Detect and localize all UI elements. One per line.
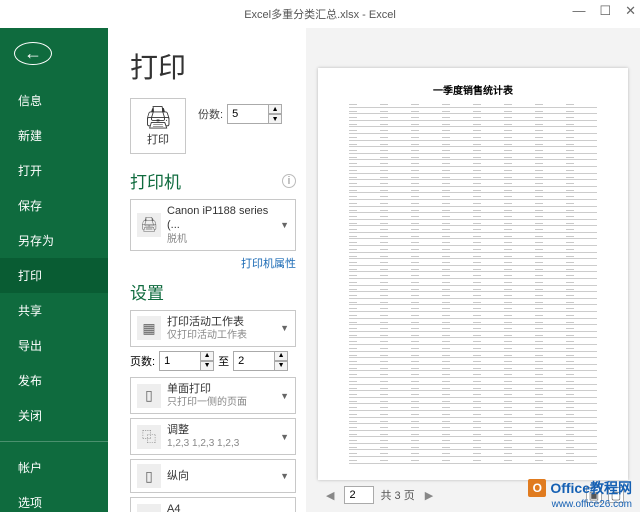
orientation-select[interactable]: ▯ 纵向 ▼ — [130, 459, 296, 493]
copies-up[interactable]: ▲ — [268, 104, 282, 114]
pages-to-down[interactable]: ▼ — [274, 361, 288, 371]
sidebar-item-open[interactable]: 打开 — [0, 153, 108, 188]
paper-size-select[interactable]: ▢ A4 21 厘米 x 29.7 厘米 ▼ — [130, 497, 296, 512]
copies-label: 份数: — [198, 106, 223, 122]
watermark-url: www.office26.com — [552, 499, 632, 510]
chevron-down-icon: ▼ — [280, 391, 289, 401]
pages-label: 页数: — [130, 353, 155, 369]
sided-select[interactable]: ▯ 单面打印 只打印一侧的页面 ▼ — [130, 377, 296, 414]
pager-next[interactable]: ▶ — [421, 487, 437, 504]
page-range-row: 页数: ▲▼ 至 ▲▼ — [130, 351, 296, 371]
printer-info-icon[interactable]: i — [282, 174, 296, 188]
pages-from-down[interactable]: ▼ — [200, 361, 214, 371]
pager-current-input[interactable] — [344, 486, 374, 504]
chevron-down-icon: ▼ — [280, 220, 289, 230]
preview-doc-title: 一季度销售统计表 — [349, 82, 597, 97]
pages-to-input[interactable] — [233, 351, 275, 371]
window-controls: — ☐ ✕ — [572, 4, 636, 17]
collate-icon: ⿻ — [137, 425, 161, 449]
printer-section-header: 打印机 i — [130, 168, 296, 193]
sidebar-item-new[interactable]: 新建 — [0, 118, 108, 153]
sidebar-item-publish[interactable]: 发布 — [0, 363, 108, 398]
copies-input[interactable] — [227, 104, 269, 124]
sidebar-item-save[interactable]: 保存 — [0, 188, 108, 223]
sidebar-item-account[interactable]: 帐户 — [0, 450, 108, 485]
chevron-down-icon: ▼ — [280, 432, 289, 442]
pager-total: 共 3 页 — [380, 487, 414, 503]
printer-device-icon: 🖨 — [137, 213, 161, 237]
printer-name: Canon iP1188 series (... — [167, 204, 280, 233]
settings-section-header: 设置 — [130, 279, 296, 304]
window-title: Excel多重分类汇总.xlsx - Excel — [244, 6, 396, 22]
backstage-sidebar: ← 信息 新建 打开 保存 另存为 打印 共享 导出 发布 关闭 帐户 选项 — [0, 28, 108, 512]
sidebar-item-saveas[interactable]: 另存为 — [0, 223, 108, 258]
printer-status: 脱机 — [167, 233, 280, 246]
chevron-down-icon: ▼ — [280, 471, 289, 481]
preview-table: ————————————————————————————————————————… — [349, 101, 597, 464]
minimize-button[interactable]: — — [572, 4, 585, 17]
watermark-logo: O — [528, 479, 546, 497]
printer-select[interactable]: 🖨 Canon iP1188 series (... 脱机 ▼ — [130, 199, 296, 251]
back-button[interactable]: ← — [14, 42, 52, 65]
onesided-icon: ▯ — [137, 384, 161, 408]
maximize-button[interactable]: ☐ — [599, 4, 611, 17]
print-settings-column: 打印 🖨 打印 份数: ▲ ▼ — [108, 28, 306, 512]
printer-properties-link[interactable]: 打印机属性 — [130, 255, 296, 271]
print-preview-column: 一季度销售统计表 ———————————————————————————————… — [306, 28, 640, 512]
print-button[interactable]: 🖨 打印 — [130, 98, 186, 154]
printer-icon: 🖨 — [144, 105, 172, 131]
pages-from-up[interactable]: ▲ — [200, 351, 214, 361]
pager-prev[interactable]: ◀ — [322, 487, 338, 504]
sidebar-item-options[interactable]: 选项 — [0, 485, 108, 520]
sidebar-item-info[interactable]: 信息 — [0, 83, 108, 118]
title-bar: Excel多重分类汇总.xlsx - Excel — ☐ ✕ — [0, 0, 640, 28]
chevron-down-icon: ▼ — [280, 323, 289, 333]
watermark: O Office教程网 www.office26.com — [528, 478, 632, 498]
collate-select[interactable]: ⿻ 调整 1,2,3 1,2,3 1,2,3 ▼ — [130, 418, 296, 455]
pages-to-up[interactable]: ▲ — [274, 351, 288, 361]
sheets-icon: ▦ — [137, 316, 161, 340]
print-what-select[interactable]: ▦ 打印活动工作表 仅打印活动工作表 ▼ — [130, 310, 296, 347]
copies-down[interactable]: ▼ — [268, 114, 282, 124]
sidebar-item-close[interactable]: 关闭 — [0, 398, 108, 433]
preview-page: 一季度销售统计表 ———————————————————————————————… — [318, 68, 628, 480]
portrait-icon: ▯ — [137, 464, 161, 488]
sidebar-item-print[interactable]: 打印 — [0, 258, 108, 293]
page-title: 打印 — [130, 46, 296, 86]
watermark-brand: Office教程网 — [550, 478, 632, 498]
print-button-label: 打印 — [147, 131, 169, 147]
paper-icon: ▢ — [137, 504, 161, 512]
sidebar-item-share[interactable]: 共享 — [0, 293, 108, 328]
pages-from-input[interactable] — [159, 351, 201, 371]
pages-to-label: 至 — [218, 353, 229, 369]
sidebar-item-export[interactable]: 导出 — [0, 328, 108, 363]
close-button[interactable]: ✕ — [625, 4, 636, 17]
